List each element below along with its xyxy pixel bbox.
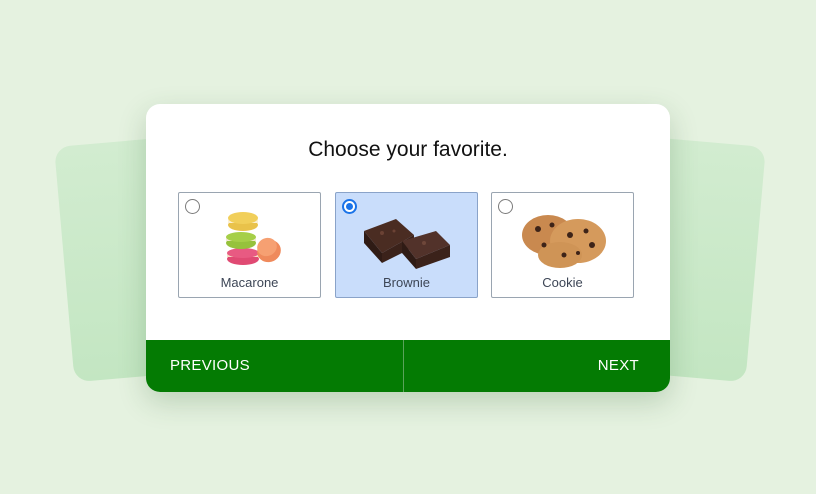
cookie-image bbox=[522, 215, 606, 268]
next-button[interactable]: NEXT bbox=[598, 340, 639, 392]
question-title: Choose your favorite. bbox=[308, 138, 508, 161]
radio-button[interactable] bbox=[185, 199, 200, 214]
option-label: Cookie bbox=[542, 275, 583, 290]
option-brownie[interactable]: Brownie bbox=[335, 192, 478, 298]
option-label: Macarone bbox=[220, 275, 279, 290]
radio-button-selected[interactable] bbox=[342, 199, 357, 214]
radio-button[interactable] bbox=[498, 199, 513, 214]
option-label: Brownie bbox=[383, 275, 430, 290]
option-macarone[interactable]: Macarone bbox=[178, 192, 321, 298]
previous-button[interactable]: PREVIOUS bbox=[170, 340, 250, 392]
survey-card: Choose your favorite. Macarone Brownie C… bbox=[146, 104, 670, 392]
navigation-footer: PREVIOUS NEXT bbox=[146, 340, 670, 392]
macaron-image bbox=[226, 212, 281, 265]
brownie-image bbox=[364, 219, 450, 269]
footer-divider bbox=[403, 340, 404, 392]
option-cookie[interactable]: Cookie bbox=[491, 192, 634, 298]
